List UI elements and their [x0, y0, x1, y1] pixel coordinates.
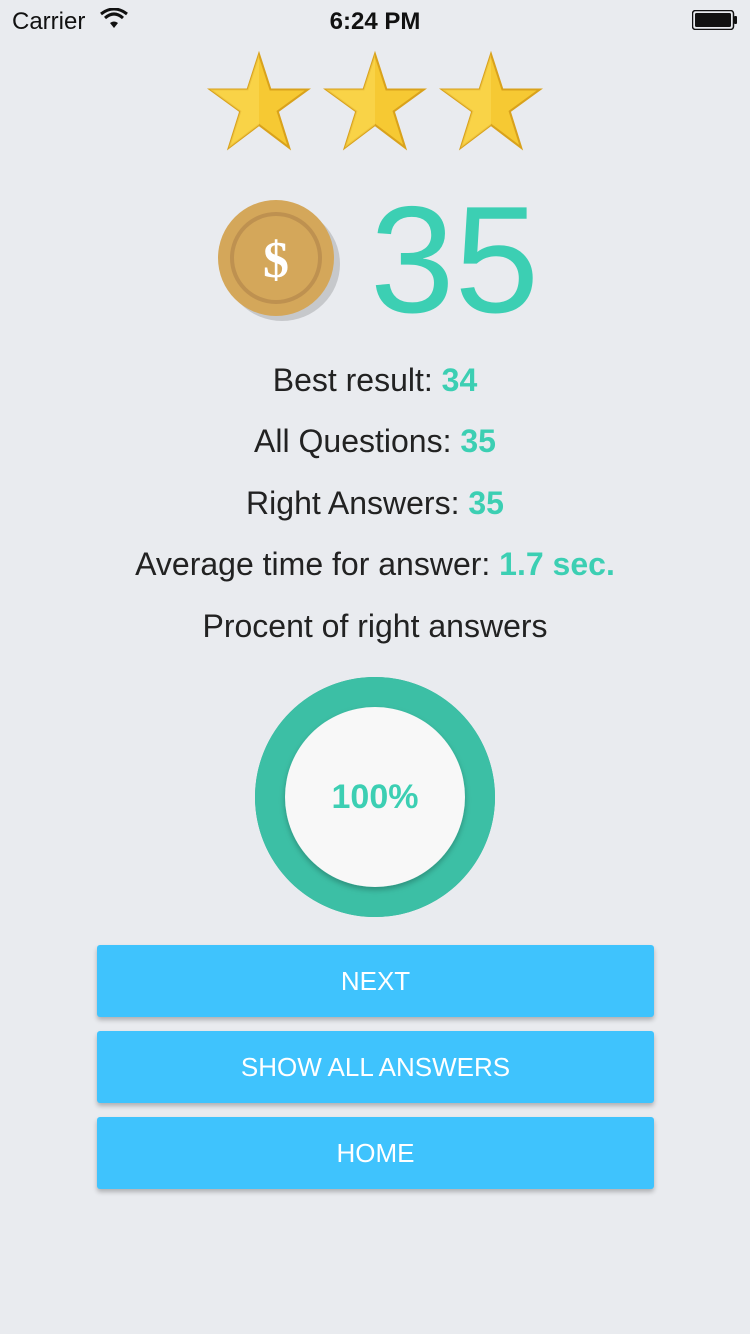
- stat-value: 34: [441, 362, 478, 398]
- stat-value: 35: [468, 485, 504, 521]
- average-time-line: Average time for answer: 1.7 sec.: [0, 544, 750, 584]
- star-icon: [439, 50, 544, 151]
- right-answers-line: Right Answers: 35: [0, 483, 750, 523]
- stat-label: Average time for answer:: [135, 546, 500, 582]
- stat-value: 35: [460, 423, 496, 459]
- show-all-answers-button[interactable]: SHOW ALL ANSWERS: [97, 1031, 654, 1103]
- best-result-line: Best result: 34: [0, 360, 750, 400]
- status-bar: Carrier 6:24 PM: [0, 0, 750, 40]
- home-button[interactable]: HOME: [97, 1117, 654, 1189]
- progress-label: 100%: [331, 777, 419, 816]
- stat-label: All Questions:: [254, 423, 461, 459]
- star-icon: [323, 50, 427, 151]
- percent-title: Procent of right answers: [202, 608, 548, 644]
- stat-label: Right Answers:: [246, 485, 469, 521]
- stat-label: Best result:: [272, 362, 442, 398]
- next-button[interactable]: NEXT: [97, 945, 654, 1017]
- star-rating: [0, 50, 750, 159]
- coin-dollar-icon: $: [218, 200, 340, 321]
- star-icon: [206, 50, 311, 151]
- all-questions-line: All Questions: 35: [0, 421, 750, 461]
- battery-icon: [692, 10, 737, 30]
- svg-text:$: $: [263, 232, 289, 289]
- status-time: 6:24 PM: [329, 8, 421, 35]
- percent-progress-ring: 100%: [255, 677, 495, 917]
- score-value: 35: [370, 175, 540, 345]
- stat-value: 1.7 sec.: [499, 546, 615, 582]
